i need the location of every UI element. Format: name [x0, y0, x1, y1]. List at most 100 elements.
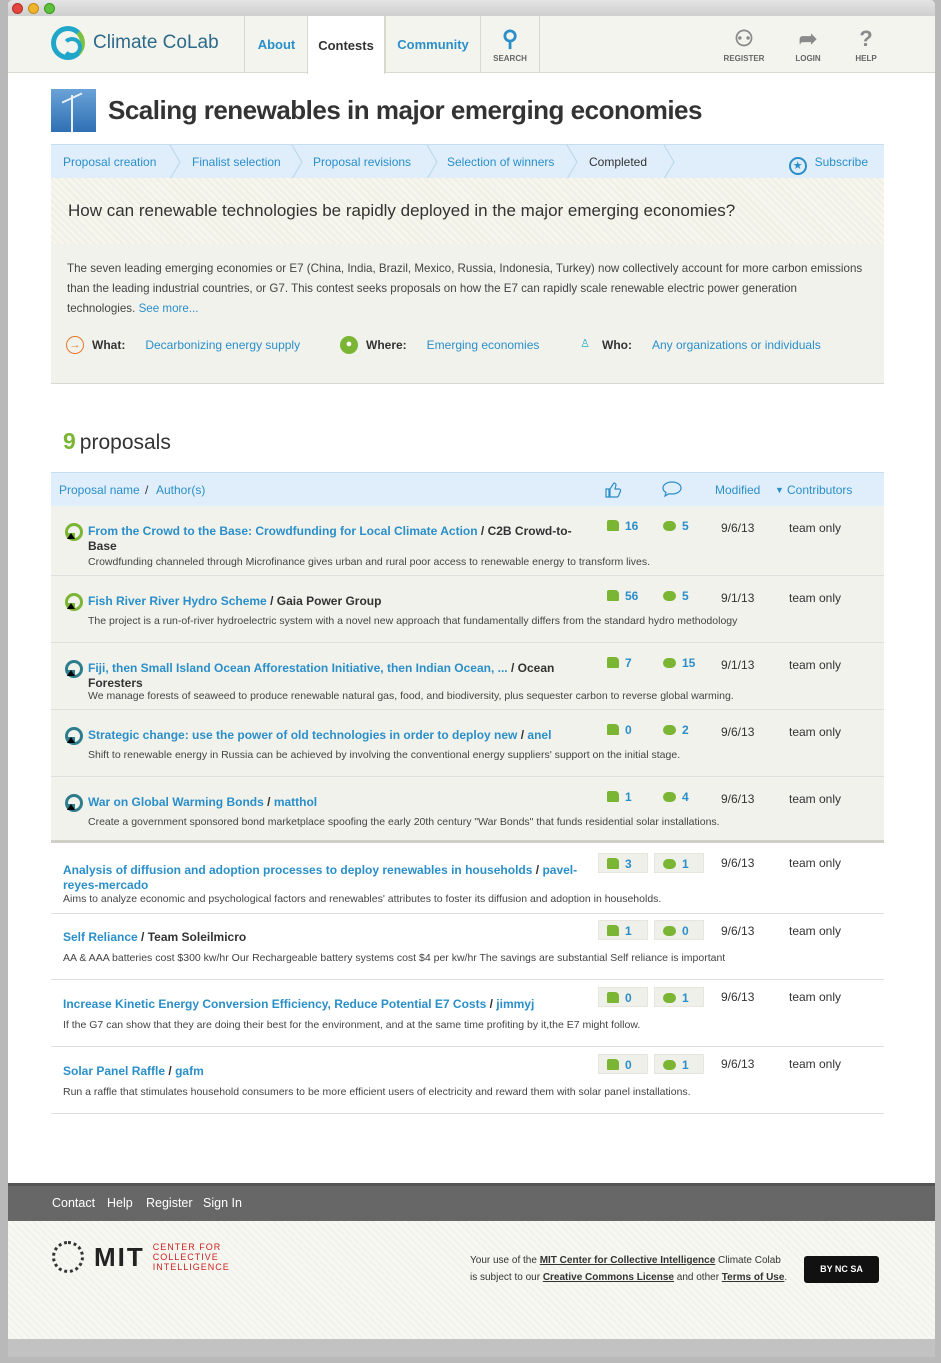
proposal-title-link[interactable]: Fish River River Hydro Scheme: [88, 594, 267, 608]
sort-by-modified[interactable]: Modified: [715, 483, 760, 497]
subscribe-button[interactable]: ★ Subscribe: [788, 145, 868, 179]
proposal-description: Shift to renewable energy in Russia can …: [88, 749, 681, 761]
proposal-row[interactable]: War on Global Warming Bonds / matthol Cr…: [51, 777, 884, 843]
phase-proposal-creation[interactable]: Proposal creation: [63, 145, 156, 179]
nav-tab-contests[interactable]: Contests: [307, 16, 385, 74]
proposal-title-link[interactable]: War on Global Warming Bonds: [88, 795, 264, 809]
author-separator: /: [510, 661, 515, 675]
comment-bubble-icon: [663, 792, 676, 802]
proposal-title-link[interactable]: Increase Kinetic Energy Conversion Effic…: [63, 997, 486, 1011]
contest-question: How can renewable technologies be rapidl…: [68, 201, 736, 220]
footer-link-help[interactable]: Help: [107, 1196, 133, 1210]
author-separator: /: [480, 524, 485, 538]
proposal-title-link[interactable]: Fiji, then Small Island Ocean Afforestat…: [88, 661, 508, 675]
proposal-row[interactable]: Increase Kinetic Energy Conversion Effic…: [51, 980, 884, 1047]
phase-proposal-revisions[interactable]: Proposal revisions: [313, 145, 411, 179]
contest-question-panel: How can renewable technologies be rapidl…: [51, 178, 884, 244]
proposal-modified: 9/6/13: [721, 990, 755, 1004]
comments-value: 2: [682, 723, 689, 737]
contest-title: Scaling renewables in major emerging eco…: [108, 95, 702, 125]
proposal-title-link[interactable]: Self Reliance: [63, 930, 138, 944]
sort-by-contributors[interactable]: Contributors: [787, 483, 852, 497]
sort-by-name[interactable]: Proposal name: [59, 483, 140, 497]
see-more-link[interactable]: See more...: [139, 302, 199, 315]
site-logo[interactable]: Climate CoLab: [51, 26, 219, 60]
proposal-row[interactable]: From the Crowd to the Base: Crowdfunding…: [51, 506, 884, 576]
footer-link-contact[interactable]: Contact: [52, 1196, 95, 1210]
what-tag: → What: Decarbonizing energy supply: [66, 336, 300, 354]
sort-by-author[interactable]: Author(s): [156, 483, 205, 497]
proposal-title-link[interactable]: From the Crowd to the Base: Crowdfunding…: [88, 524, 478, 538]
votes-count: 1: [598, 920, 648, 940]
minimize-window-button[interactable]: [28, 3, 39, 14]
votes-value: 0: [625, 991, 632, 1005]
proposal-author-link[interactable]: anel: [527, 728, 551, 742]
star-icon: ★: [788, 157, 807, 175]
proposal-author-link[interactable]: gafm: [175, 1064, 204, 1078]
votes-value: 7: [625, 656, 632, 670]
mit-cci-logo[interactable]: MIT CENTER FOR COLLECTIVE INTELLIGENCE: [52, 1241, 233, 1273]
footer-link-sign-in[interactable]: Sign In: [203, 1196, 242, 1210]
chevron-right-icon: [169, 145, 181, 179]
help-label: HELP: [855, 54, 877, 63]
phase-finalist-selection[interactable]: Finalist selection: [192, 145, 281, 179]
votes-value: 0: [625, 1058, 632, 1072]
proposal-contributors: team only: [789, 990, 842, 1004]
close-window-button[interactable]: [12, 3, 23, 14]
mit-logo-text: MIT: [94, 1241, 145, 1272]
cc-license-link[interactable]: Creative Commons License: [543, 1272, 674, 1283]
thumbs-up-icon: [607, 1059, 619, 1070]
proposal-title-link[interactable]: Strategic change: use the power of old t…: [88, 728, 517, 742]
proposal-row[interactable]: Analysis of diffusion and adoption proce…: [51, 846, 884, 914]
creative-commons-badge[interactable]: BY NC SA: [804, 1256, 879, 1283]
proposal-title-link[interactable]: Analysis of diffusion and adoption proce…: [63, 863, 532, 877]
proposal-title-line: Self Reliance / Team Soleilmicro: [63, 930, 588, 945]
cci-link[interactable]: MIT Center for Collective Intelligence: [540, 1255, 716, 1266]
add-user-icon: ⚇: [734, 26, 754, 51]
proposal-description: If the G7 can show that they are doing t…: [63, 1019, 641, 1031]
nav-tab-about[interactable]: About: [244, 16, 308, 73]
help-button[interactable]: ? HELP: [836, 24, 896, 63]
thumbs-up-icon: [607, 925, 619, 936]
proposal-contributors: team only: [789, 591, 842, 605]
search-button[interactable]: ⚲ SEARCH: [480, 24, 540, 63]
comments-count: 0: [654, 920, 704, 940]
proposal-row[interactable]: Fish River River Hydro Scheme / Gaia Pow…: [51, 576, 884, 643]
comments-count: 5: [663, 589, 689, 603]
nav-tab-community[interactable]: Community: [385, 16, 480, 73]
votes-value: 1: [625, 790, 632, 804]
comments-value: 4: [682, 790, 689, 804]
proposal-title-line: From the Crowd to the Base: Crowdfunding…: [88, 524, 588, 554]
votes-count: 1: [607, 790, 632, 804]
proposal-author-link[interactable]: matthol: [274, 795, 317, 809]
comment-bubble-icon[interactable]: [662, 481, 682, 498]
phase-selection-of-winners[interactable]: Selection of winners: [447, 145, 554, 179]
comment-bubble-icon: [663, 926, 676, 936]
thumbs-up-icon[interactable]: [604, 481, 622, 499]
comment-bubble-icon: [663, 859, 676, 869]
author-separator: /: [168, 1064, 172, 1078]
finalist-ribbon-icon: [65, 794, 83, 812]
login-button[interactable]: ➦ LOGIN: [778, 24, 838, 63]
proposal-row[interactable]: Fiji, then Small Island Ocean Afforestat…: [51, 643, 884, 710]
proposal-contributors: team only: [789, 521, 842, 535]
finalist-ribbon-icon: [65, 593, 83, 611]
proposal-author-link[interactable]: jimmyj: [496, 997, 534, 1011]
proposal-title-link[interactable]: Solar Panel Raffle: [63, 1064, 165, 1078]
proposal-row[interactable]: Self Reliance / Team Soleilmicro AA & AA…: [51, 914, 884, 980]
footer-nav: Contact Help Register Sign In: [8, 1183, 935, 1221]
what-label: What:: [92, 338, 126, 352]
phase-completed[interactable]: Completed: [589, 145, 647, 179]
terms-of-use-link[interactable]: Terms of Use: [722, 1272, 785, 1283]
comments-count: 2: [663, 723, 689, 737]
who-value-link[interactable]: Any organizations or individuals: [652, 338, 821, 352]
register-button[interactable]: ⚇ REGISTER: [714, 24, 774, 63]
where-value-link[interactable]: Emerging economies: [427, 338, 540, 352]
footer-link-register[interactable]: Register: [146, 1196, 193, 1210]
proposal-row[interactable]: Solar Panel Raffle / gafm Run a raffle t…: [51, 1047, 884, 1114]
thumbs-up-icon: [607, 657, 619, 668]
proposal-row[interactable]: Strategic change: use the power of old t…: [51, 710, 884, 777]
zoom-window-button[interactable]: [44, 3, 55, 14]
proposal-contributors: team only: [789, 658, 842, 672]
what-value-link[interactable]: Decarbonizing energy supply: [145, 338, 300, 352]
